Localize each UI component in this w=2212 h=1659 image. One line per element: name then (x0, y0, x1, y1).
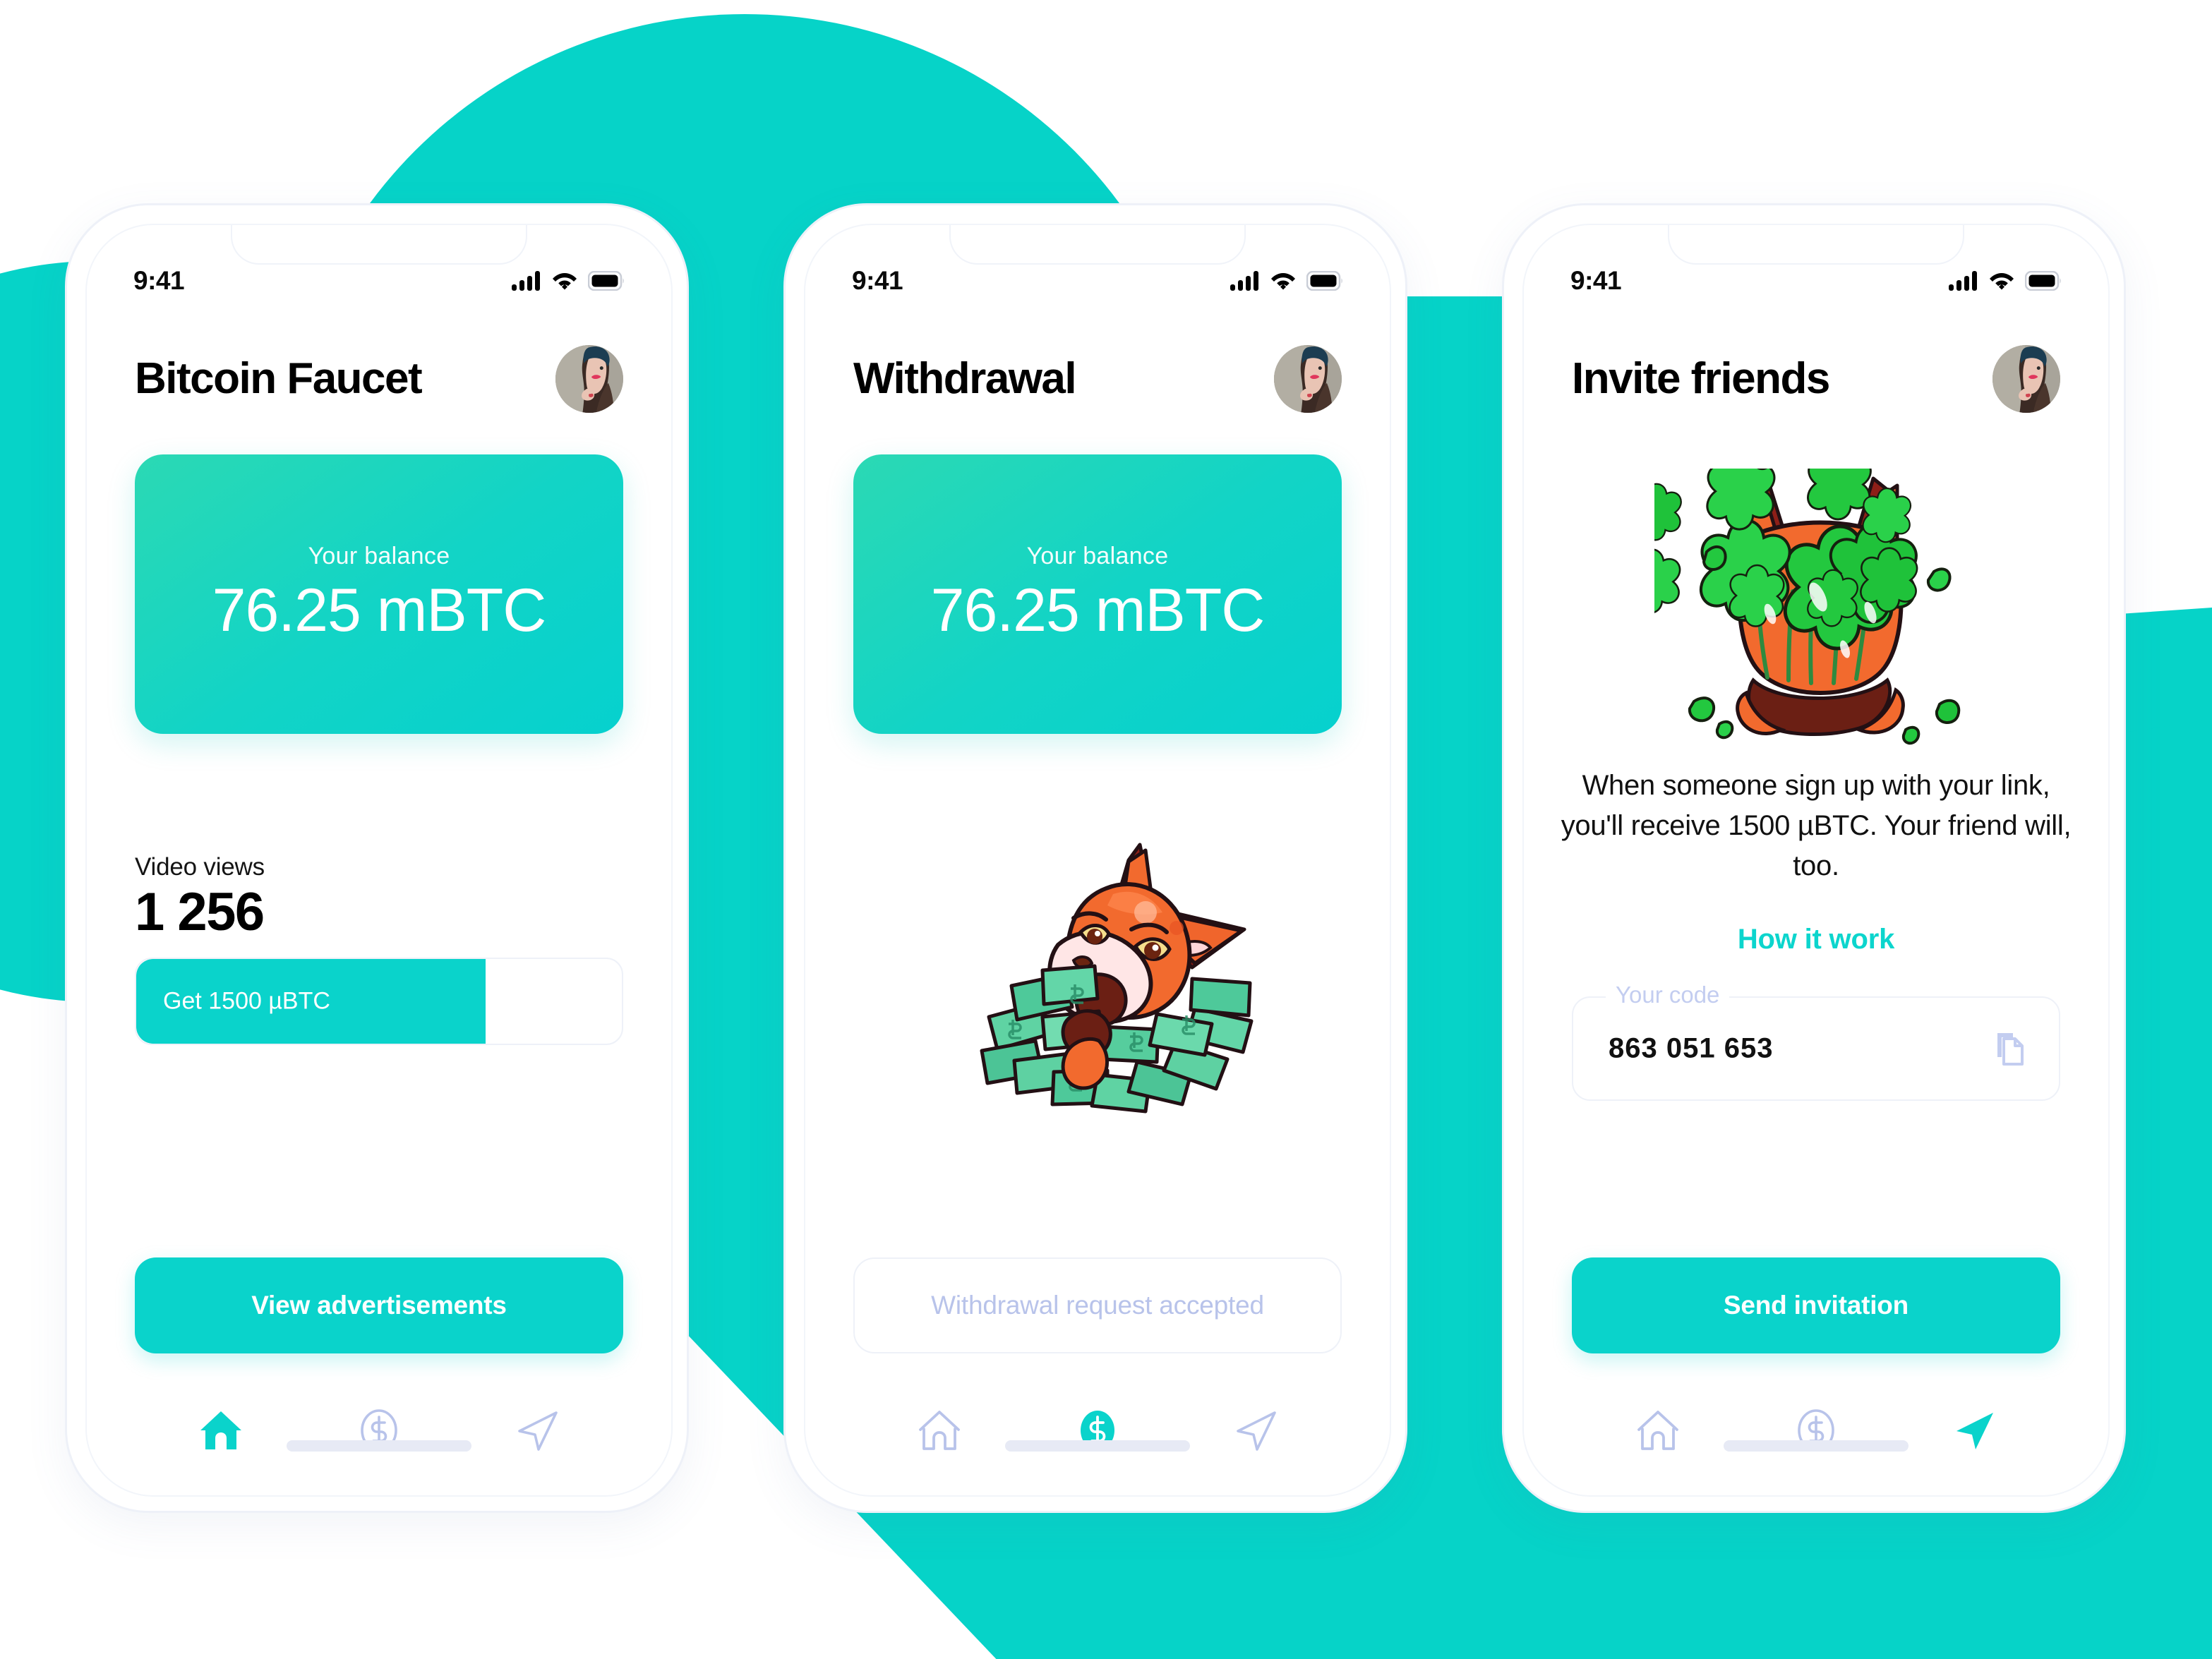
view-advertisements-button[interactable]: View advertisements (135, 1257, 623, 1353)
balance-label: Your balance (1026, 543, 1169, 570)
tab-invite[interactable] (1935, 1396, 2013, 1464)
cellular-signal-icon (512, 271, 541, 291)
phone-mockup-bitcoin-faucet: 9:41 Bitcoin Faucet Your balance 76.25 m… (65, 203, 689, 1513)
screen-bitcoin-faucet: 9:41 Bitcoin Faucet Your balance 76.25 m… (85, 224, 673, 1497)
referral-code-value: 863 051 653 (1609, 1032, 1774, 1064)
status-time: 9:41 (852, 266, 903, 295)
cellular-signal-icon (1949, 271, 1978, 291)
phone-mockup-withdrawal: 9:41 Withdrawal Your balance 76.25 mBTC … (783, 203, 1407, 1513)
status-time: 9:41 (133, 266, 185, 295)
battery-icon (588, 271, 625, 291)
wifi-icon (551, 271, 578, 291)
balance-value: 76.25 mBTC (930, 577, 1266, 645)
fox-with-money-illustration (968, 839, 1278, 1121)
page-title: Bitcoin Faucet (135, 354, 423, 403)
how-it-work-link[interactable]: How it work (1524, 924, 2108, 955)
wifi-icon (1988, 271, 2015, 291)
screen-invite-friends: 9:41 Invite friends When someone sign up… (1522, 224, 2110, 1497)
tab-wallet[interactable] (1777, 1396, 1855, 1464)
device-notch (231, 225, 527, 265)
page-title: Invite friends (1572, 354, 1830, 403)
status-icons (1230, 271, 1343, 291)
tab-wallet[interactable] (340, 1396, 418, 1464)
copy-icon[interactable] (1988, 1029, 2028, 1068)
fox-with-clover-illustration (1623, 417, 1986, 751)
video-views-count: 1 256 (135, 882, 265, 942)
tab-home[interactable] (1619, 1396, 1697, 1464)
avatar[interactable] (1274, 345, 1342, 413)
home-indicator (287, 1440, 471, 1452)
device-notch (1668, 225, 1964, 265)
status-time: 9:41 (1570, 266, 1622, 295)
wifi-icon (1270, 271, 1297, 291)
send-invitation-button[interactable]: Send invitation (1572, 1257, 2060, 1353)
tab-home[interactable] (901, 1396, 978, 1464)
bottom-tab-bar (805, 1396, 1390, 1464)
battery-icon (2025, 271, 2062, 291)
screen-header: Invite friends (1524, 345, 2108, 413)
status-icons (512, 271, 625, 291)
video-views-block: Video views 1 256 Get 1500 µBTC (135, 853, 623, 1045)
withdrawal-status-button[interactable]: Withdrawal request accepted (853, 1257, 1342, 1353)
canvas: 9:41 Bitcoin Faucet Your balance 76.25 m… (0, 0, 2212, 1659)
home-indicator (1724, 1440, 1909, 1452)
balance-card: Your balance 76.25 mBTC (135, 454, 623, 734)
status-icons (1949, 271, 2062, 291)
screen-header: Withdrawal (805, 345, 1390, 413)
cellular-signal-icon (1230, 271, 1260, 291)
home-indicator (1005, 1440, 1190, 1452)
avatar[interactable] (1992, 345, 2060, 413)
tab-invite[interactable] (1217, 1396, 1294, 1464)
battery-icon (1306, 271, 1343, 291)
avatar[interactable] (555, 345, 623, 413)
claim-progress-label: Get 1500 µBTC (163, 987, 330, 1015)
referral-code-label: Your code (1606, 982, 1730, 1008)
referral-code-field[interactable]: Your code 863 051 653 (1572, 982, 2060, 1101)
bottom-tab-bar (1524, 1396, 2108, 1464)
claim-progress-bar[interactable]: Get 1500 µBTC (135, 957, 623, 1045)
balance-label: Your balance (308, 543, 450, 570)
bottom-tab-bar (87, 1396, 671, 1464)
balance-value: 76.25 mBTC (212, 577, 547, 645)
balance-card: Your balance 76.25 mBTC (853, 454, 1342, 734)
screen-withdrawal: 9:41 Withdrawal Your balance 76.25 mBTC … (804, 224, 1391, 1497)
video-views-label: Video views (135, 853, 265, 881)
tab-invite[interactable] (498, 1396, 576, 1464)
invite-description: When someone sign up with your link, you… (1561, 770, 2072, 881)
tab-wallet[interactable] (1059, 1396, 1136, 1464)
phone-mockup-invite-friends: 9:41 Invite friends When someone sign up… (1502, 203, 2126, 1513)
tab-home[interactable] (182, 1396, 260, 1464)
screen-header: Bitcoin Faucet (87, 345, 671, 413)
device-notch (949, 225, 1246, 265)
page-title: Withdrawal (853, 354, 1077, 403)
